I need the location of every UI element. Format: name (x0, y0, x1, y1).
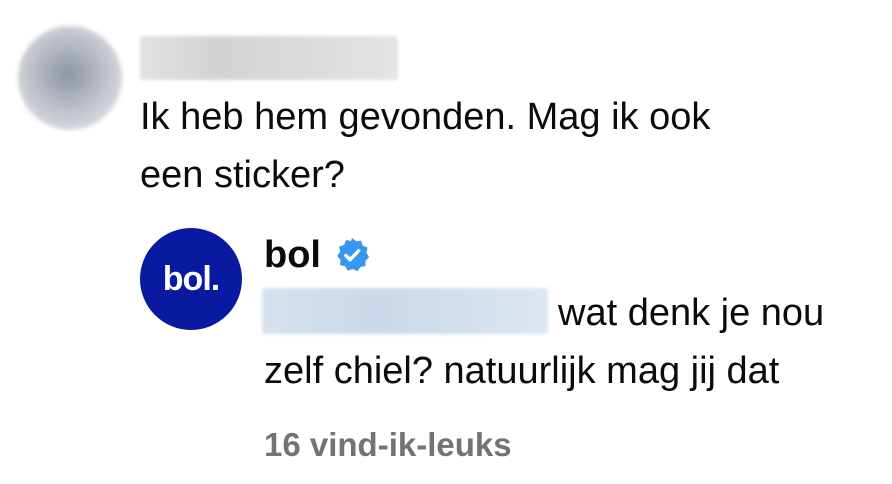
reply-header: bol (264, 230, 371, 280)
reply-text-line: zelf chiel? natuurlijk mag jij dat (264, 350, 780, 392)
commenter-username-redacted[interactable] (140, 36, 398, 80)
verified-badge-icon (337, 237, 370, 272)
brand-logo: bol. (162, 259, 220, 298)
comment-text: Ik heb hem gevonden. Mag ik ook een stic… (140, 88, 860, 204)
commenter-avatar[interactable] (18, 26, 122, 130)
comment-text-line: Ik heb hem gevonden. Mag ik ook (140, 96, 711, 138)
reply-text-line: wat denk je nou (558, 292, 825, 334)
comment-thread: Ik heb hem gevonden. Mag ik ook een stic… (0, 0, 892, 484)
brand-avatar[interactable]: bol. (140, 228, 242, 330)
comment-text-line: een sticker? (140, 154, 345, 196)
reply-author-name[interactable]: bol (264, 230, 321, 280)
likes-count[interactable]: 16 vind-ik-leuks (264, 420, 512, 470)
mentioned-username-redacted[interactable] (262, 288, 548, 334)
